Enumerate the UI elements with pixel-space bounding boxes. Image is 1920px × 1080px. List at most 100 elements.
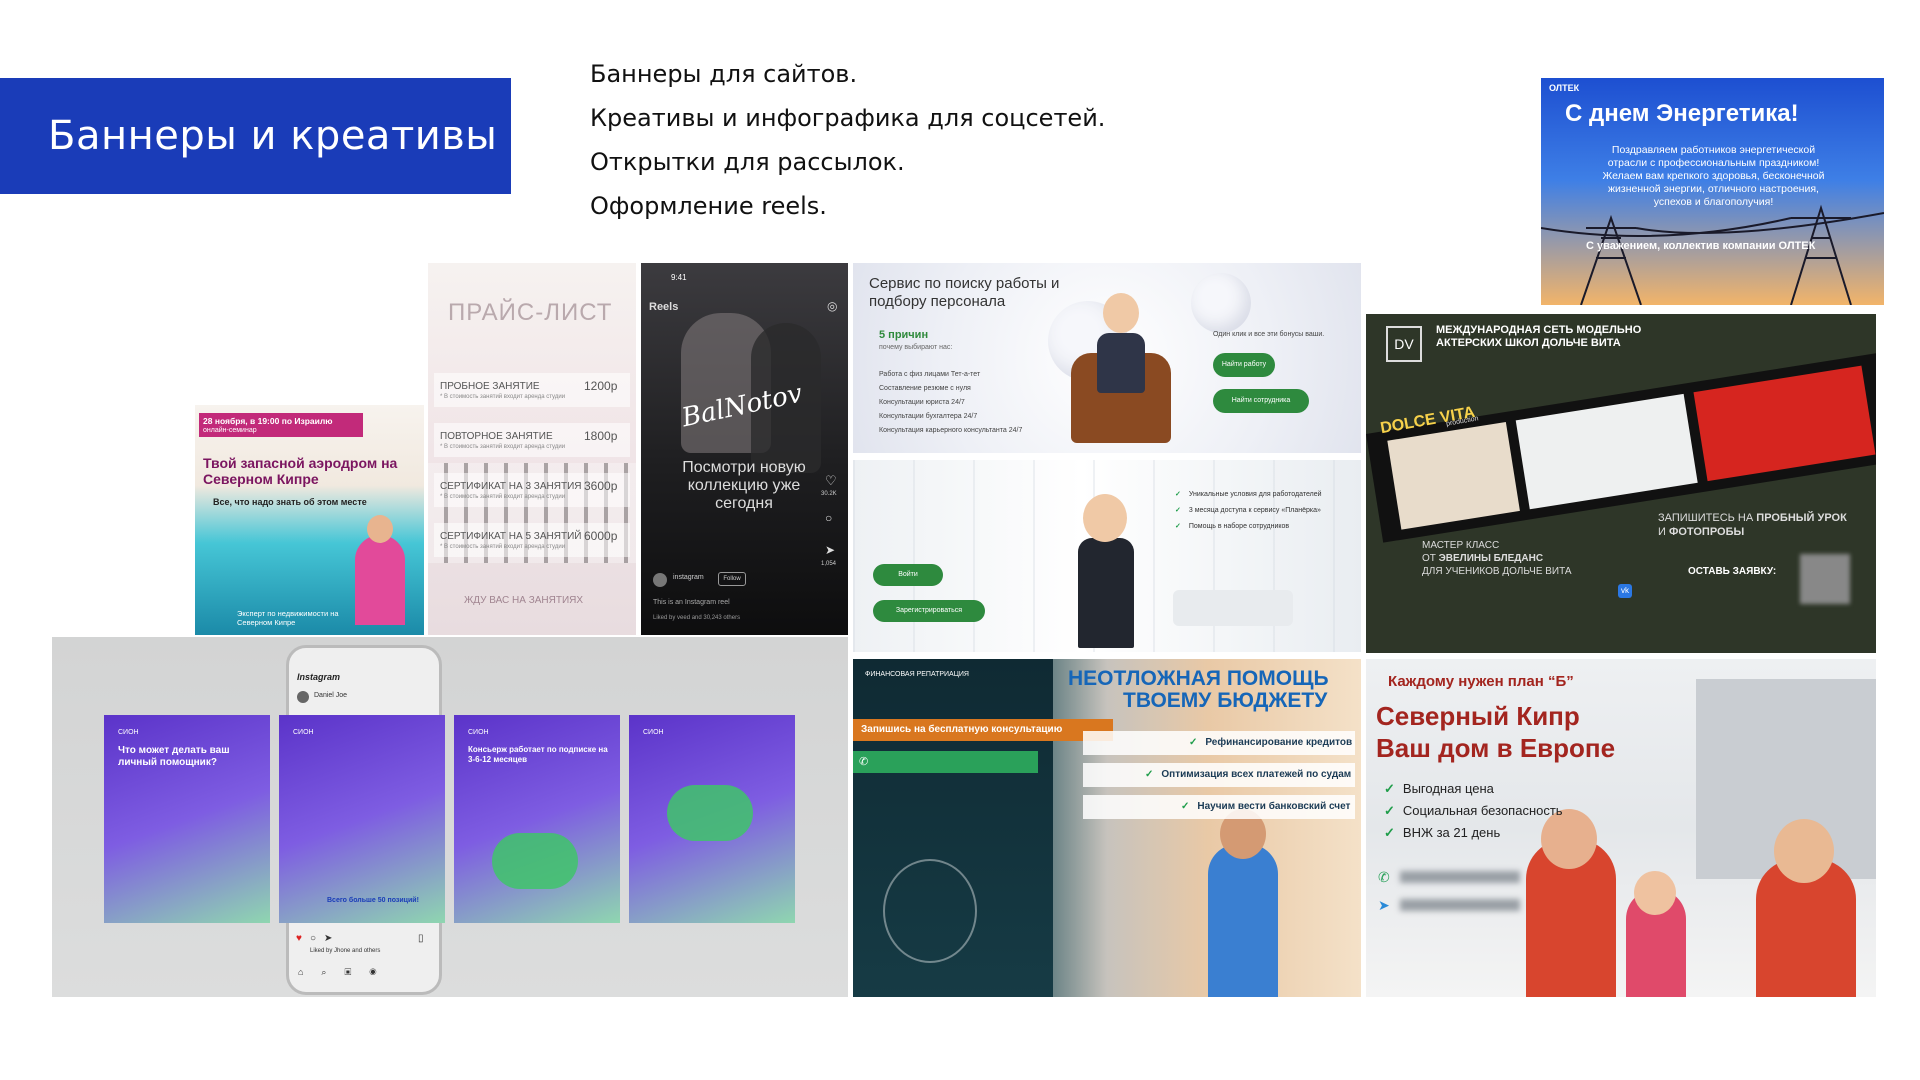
service-item: Оформление reels.	[590, 192, 827, 220]
concierge-slide: СИОН Консьерж работает по подписке на 3-…	[454, 715, 620, 923]
section-title: Баннеры и креативы	[48, 113, 498, 159]
reason-item: Работа с физ лицами Тет-а-тет	[879, 371, 981, 378]
bubble-illustration	[883, 859, 977, 963]
share-icon[interactable]: ➤	[324, 933, 332, 944]
price-name: СЕРТИФИКАТ НА 5 ЗАНЯТИЙ	[440, 531, 582, 542]
vk-icon[interactable]: vk	[1618, 584, 1632, 598]
budget-point: Научим вести банковский счет	[1181, 801, 1350, 812]
sofa	[1173, 590, 1293, 626]
find-employee-button[interactable]: Найти сотрудника	[1213, 389, 1309, 413]
illustration	[492, 833, 578, 889]
share-count: 1,054	[821, 561, 837, 567]
price-name: ПРОБНОЕ ЗАНЯТИЕ	[440, 381, 540, 392]
phone-number[interactable]	[1400, 871, 1520, 883]
reels-banner: 9:41 Reels ◎ BalNotov Посмотри новую кол…	[641, 263, 848, 635]
plan-b-headline-1: Северный Кипр	[1376, 701, 1580, 731]
price-note: * В стоимость занятий входит аренда студ…	[440, 494, 566, 500]
status-time: 9:41	[671, 273, 687, 282]
budget-headline-1: НЕОТЛОЖНАЯ ПОМОЩЬ	[1068, 667, 1329, 690]
follow-button[interactable]: Follow	[718, 572, 746, 586]
reasons-sub: почему выбирают нас:	[879, 344, 953, 351]
slide-brand: СИОН	[643, 729, 664, 736]
budget-headline-2: ТВОЕМУ БЮДЖЕТУ	[1123, 689, 1328, 712]
heart-icon[interactable]: ♥	[296, 933, 302, 944]
avatar	[367, 515, 393, 543]
expert-photo	[355, 535, 405, 625]
pricelist-banner: ПРАЙС-ЛИСТ ПРОБНОЕ ЗАНЯТИЕ 1200р * В сто…	[428, 263, 636, 635]
price-value: 3600р	[584, 479, 618, 493]
avatar	[1774, 819, 1834, 883]
service-item: Баннеры для сайтов.	[590, 60, 858, 88]
avatar	[297, 691, 309, 703]
plan-b-headline-2: Ваш дом в Европе	[1376, 733, 1616, 763]
jobs-headline: Сервис по поиску работы и подбору персон…	[869, 275, 1060, 310]
seminar-headline: Твой запасной аэродром на Северном Кипре	[203, 455, 398, 487]
reels-account: instagram	[673, 574, 704, 581]
jobs-banner-top: Сервис по поиску работы и подбору персон…	[853, 263, 1361, 453]
telegram-icon[interactable]: ➤	[1378, 897, 1390, 914]
telegram-handle[interactable]	[1400, 899, 1520, 911]
reason-item: Консультации юриста 24/7	[879, 399, 965, 406]
slide-brand: СИОН	[468, 729, 489, 736]
section-title-block: Баннеры и креативы	[0, 78, 511, 194]
comment-icon[interactable]: ○	[310, 933, 316, 944]
reels-caption: This is an Instagram reel	[653, 599, 730, 606]
find-job-button[interactable]: Найти работу	[1213, 353, 1275, 377]
plan-b-tag: Каждому нужен план “Б”	[1388, 673, 1574, 690]
pricelist-footer: ЖДУ ВАС НА ЗАНЯТИЯХ	[464, 595, 584, 606]
concierge-slide: СИОН Что может делать ваш личный помощни…	[104, 715, 270, 923]
concierge-slide: СИОН	[629, 715, 795, 923]
qr-code[interactable]	[1800, 554, 1850, 604]
plan-b-point: Выгодная цена	[1384, 781, 1494, 797]
whatsapp-icon[interactable]: ✆	[859, 755, 868, 768]
slide-brand: СИОН	[293, 729, 314, 736]
man-photo	[1208, 844, 1278, 997]
liked-line: Liked by Jhone and others	[310, 948, 381, 954]
kids-photo	[1387, 421, 1520, 530]
comment-icon[interactable]: ○	[825, 511, 832, 525]
jobs-point: 3 месяца доступа к сервису «Планёрка»	[1175, 506, 1321, 514]
slide-title: Консьерж работает по подписке на 3-6-12 …	[468, 745, 608, 764]
price-note: * В стоимость занятий входит аренда студ…	[440, 444, 566, 450]
instagram-user: Daniel Joe	[314, 692, 348, 699]
slide-title: Что может делать ваш личный помощник?	[118, 745, 230, 768]
reels-text: Посмотри новую коллекцию уже сегодня	[682, 459, 806, 512]
character-figure	[1078, 538, 1134, 648]
whatsapp-bar[interactable]	[853, 751, 1038, 773]
whatsapp-icon[interactable]: ✆	[1378, 869, 1390, 886]
reason-item: Консультации бухгалтера 24/7	[879, 413, 978, 420]
camera-icon[interactable]: ◎	[827, 299, 837, 313]
slide-brand: СИОН	[118, 729, 139, 736]
master-line: ОТ ЭВЕЛИНЫ БЛЕДАНС	[1422, 553, 1544, 564]
seminar-expert: Эксперт по недвижимости на Северном Кипр…	[237, 609, 339, 627]
price-name: СЕРТИФИКАТ НА 3 ЗАНЯТИЯ	[440, 481, 582, 492]
reason-item: Консультация карьерного консультанта 24/…	[879, 427, 1023, 434]
master-line: ДЛЯ УЧЕНИКОВ ДОЛЬЧЕ ВИТА	[1422, 566, 1572, 577]
illustration	[667, 785, 753, 841]
seminar-date: 28 ноября, в 19:00 по Израилю	[203, 416, 333, 426]
heart-icon[interactable]: ♡	[825, 473, 837, 489]
login-button[interactable]: Войти	[873, 564, 943, 586]
energetic-sign: С уважением, коллектив компании ОЛТЕК	[1586, 240, 1816, 252]
energetic-banner: ОЛТЕК С днем Энергетика! Поздравляем раб…	[1541, 78, 1884, 305]
share-icon[interactable]: ➤	[825, 543, 835, 557]
slide-more: Всего больше 50 позиций!	[327, 897, 419, 904]
price-note: * В стоимость занятий входит аренда студ…	[440, 544, 566, 550]
plan-b-point: ВНЖ за 21 день	[1384, 825, 1500, 841]
price-note: * В стоимость занятий входит аренда студ…	[440, 394, 566, 400]
price-value: 1200р	[584, 379, 618, 393]
bookmark-icon[interactable]: ▯	[418, 933, 424, 944]
olteck-logo: ОЛТЕК	[1549, 83, 1580, 93]
reels-likes: Liked by veed and 30,243 others	[653, 615, 741, 621]
budget-brand: ФИНАНСОВАЯ РЕПАТРИАЦИЯ	[865, 671, 969, 678]
budget-banner: ФИНАНСОВАЯ РЕПАТРИАЦИЯ НЕОТЛОЖНАЯ ПОМОЩЬ…	[853, 659, 1361, 997]
master-line: МАСТЕР КЛАСС	[1422, 540, 1500, 551]
dolce-signup: ЗАПИШИТЕСЬ НА ПРОБНЫЙ УРОК	[1658, 512, 1847, 524]
service-item: Открытки для рассылок.	[590, 148, 905, 176]
instagram-nav[interactable]: ⌂⌕▣◉	[298, 967, 394, 978]
avatar	[1634, 871, 1676, 915]
register-button[interactable]: Зарегистрироваться	[873, 600, 985, 622]
instagram-logo: Instagram	[297, 672, 341, 682]
plan-b-point: Социальная безопасность	[1384, 803, 1563, 819]
like-count: 30.2K	[821, 491, 837, 497]
